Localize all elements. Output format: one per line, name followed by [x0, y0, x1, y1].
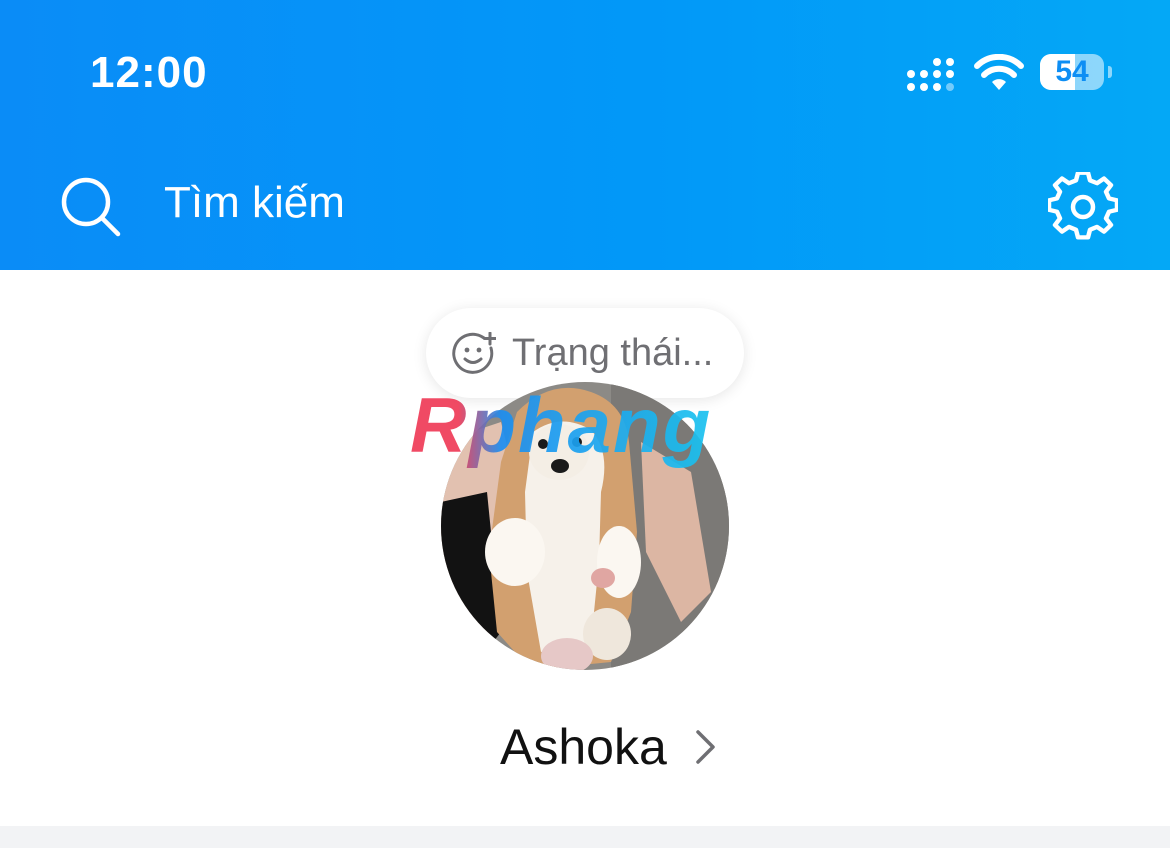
- watermark: Rphang: [410, 381, 713, 469]
- wifi-icon: [974, 54, 1024, 90]
- chevron-right-icon[interactable]: [694, 728, 718, 766]
- profile-section: Trạng thái... Rphang Ashoka: [0, 270, 1170, 826]
- battery-level: 54: [1055, 55, 1089, 88]
- profile-name[interactable]: Ashoka: [500, 718, 667, 776]
- add-emoji-icon: [452, 332, 496, 374]
- battery-icon: 54: [1040, 54, 1112, 92]
- status-prompt: Trạng thái...: [512, 332, 714, 374]
- section-divider: [0, 826, 1170, 848]
- header-bar: 12:00 54 Tìm kiếm: [0, 0, 1170, 270]
- signal-icon: [907, 58, 954, 91]
- search-icon[interactable]: [58, 174, 122, 238]
- status-time: 12:00: [90, 48, 208, 97]
- search-input[interactable]: Tìm kiếm: [164, 178, 345, 228]
- gear-icon[interactable]: [1048, 172, 1118, 242]
